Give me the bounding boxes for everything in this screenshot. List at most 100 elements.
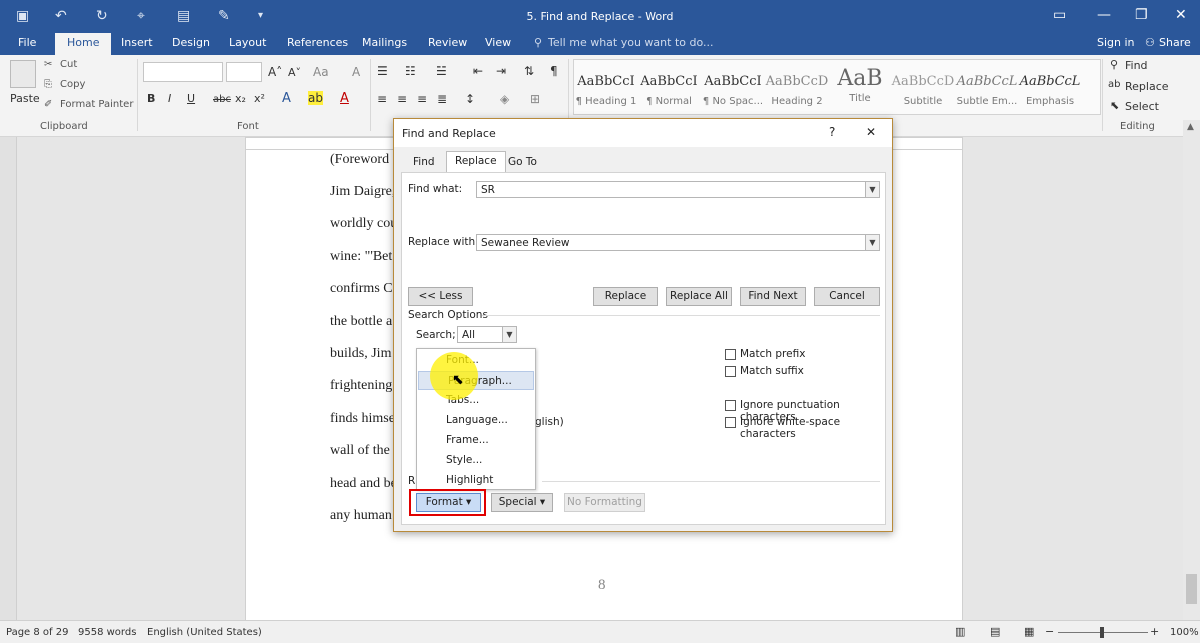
clear-format-icon[interactable]: A xyxy=(352,65,360,79)
replace-button[interactable]: Replace xyxy=(593,287,658,306)
change-case-icon[interactable]: Aa xyxy=(313,65,329,79)
tab-mailings[interactable]: Mailings xyxy=(362,36,407,49)
read-mode-icon[interactable]: ▥ xyxy=(955,625,965,638)
format-painter-button[interactable]: Format Painter xyxy=(60,99,133,110)
ignore-whitespace-checkbox[interactable] xyxy=(725,417,736,428)
search-direction-select[interactable]: All ▼ xyxy=(457,326,517,343)
find-button[interactable]: Find xyxy=(1125,59,1148,72)
find-what-input[interactable]: SR ▼ xyxy=(476,181,880,198)
align-center-icon[interactable]: ≡ xyxy=(397,92,407,106)
paste-icon[interactable] xyxy=(10,60,36,88)
show-marks-icon[interactable]: ¶ xyxy=(550,64,558,78)
special-button[interactable]: Special ▾ xyxy=(491,493,553,512)
menu-item-style[interactable]: Style... xyxy=(417,451,535,470)
menu-item-highlight[interactable]: Highlight xyxy=(417,471,535,490)
help-button[interactable]: ? xyxy=(829,125,835,139)
menu-item-frame[interactable]: Frame... xyxy=(417,431,535,450)
match-suffix-checkbox[interactable] xyxy=(725,366,736,377)
replace-all-button[interactable]: Replace All xyxy=(666,287,732,306)
language-status[interactable]: English (United States) xyxy=(147,627,262,638)
page-count[interactable]: Page 8 of 29 xyxy=(6,627,68,638)
find-history-dropdown[interactable]: ▼ xyxy=(865,182,879,197)
tab-design[interactable]: Design xyxy=(172,36,210,49)
tell-me-box[interactable]: Tell me what you want to do... xyxy=(548,36,714,49)
style-heading-1[interactable]: AaBbCcI ¶ Heading 1 xyxy=(574,66,638,116)
zoom-level[interactable]: 100% xyxy=(1170,627,1199,638)
zoom-in-icon[interactable]: + xyxy=(1150,625,1159,638)
style-emphasis[interactable]: AaBbCcL Emphasis xyxy=(1018,66,1082,116)
cut-button[interactable]: Cut xyxy=(60,59,77,70)
copy-icon[interactable]: ⎘ xyxy=(44,79,52,90)
less-button[interactable]: << Less xyxy=(408,287,473,306)
line-spacing-icon[interactable]: ↕ xyxy=(465,92,475,106)
vertical-scrollbar[interactable]: ▲ xyxy=(1183,120,1200,620)
zoom-out-icon[interactable]: − xyxy=(1045,625,1054,638)
underline-icon[interactable]: U xyxy=(187,92,195,105)
tab-layout[interactable]: Layout xyxy=(229,36,266,49)
dialog-tab-replace[interactable]: Replace xyxy=(446,151,506,173)
tab-references[interactable]: References xyxy=(287,36,348,49)
dialog-tab-goto[interactable]: Go To xyxy=(500,153,545,173)
close-icon[interactable]: ✕ xyxy=(1175,7,1187,23)
multilevel-list-icon[interactable]: ☱ xyxy=(436,64,447,78)
find-next-button[interactable]: Find Next xyxy=(740,287,806,306)
style-title[interactable]: AaB Title xyxy=(828,66,892,116)
style-subtle-emphasis[interactable]: AaBbCcL Subtle Em... xyxy=(955,66,1019,116)
style-subtitle[interactable]: AaBbCcD Subtitle xyxy=(891,66,955,116)
tab-home[interactable]: Home xyxy=(55,33,112,55)
print-layout-icon[interactable]: ▤ xyxy=(990,625,1000,638)
restore-icon[interactable]: ❐ xyxy=(1135,7,1148,23)
increase-indent-icon[interactable]: ⇥ xyxy=(496,64,506,78)
sign-in-link[interactable]: Sign in xyxy=(1097,36,1135,49)
replace-history-dropdown[interactable]: ▼ xyxy=(865,235,879,250)
font-size-combo[interactable] xyxy=(226,62,262,82)
replace-icon[interactable]: ab xyxy=(1108,79,1120,90)
scroll-thumb[interactable] xyxy=(1186,574,1197,604)
cancel-button[interactable]: Cancel xyxy=(814,287,880,306)
copy-button[interactable]: Copy xyxy=(60,79,85,90)
dialog-close-button[interactable]: ✕ xyxy=(866,125,876,139)
bullets-icon[interactable]: ☰ xyxy=(377,64,388,78)
dialog-title-bar[interactable]: Find and Replace ? ✕ xyxy=(394,119,892,147)
superscript-icon[interactable]: x² xyxy=(254,92,265,105)
find-icon[interactable]: ⚲ xyxy=(1110,58,1118,71)
tab-review[interactable]: Review xyxy=(428,36,467,49)
match-prefix-checkbox[interactable] xyxy=(725,349,736,360)
tab-view[interactable]: View xyxy=(485,36,511,49)
text-effects-icon[interactable]: A xyxy=(282,91,291,106)
ribbon-display-icon[interactable]: ▭ xyxy=(1053,7,1066,23)
highlight-color-icon[interactable]: ab xyxy=(308,91,323,105)
grow-font-icon[interactable]: A˄ xyxy=(268,65,282,79)
cut-icon[interactable]: ✂ xyxy=(44,59,52,70)
font-color-icon[interactable]: A xyxy=(340,91,349,106)
zoom-slider-thumb[interactable] xyxy=(1100,627,1104,638)
style-heading-2[interactable]: AaBbCcD Heading 2 xyxy=(765,66,829,116)
sort-icon[interactable]: ⇅ xyxy=(524,64,534,78)
font-name-combo[interactable] xyxy=(143,62,223,82)
ignore-punctuation-checkbox[interactable] xyxy=(725,400,736,411)
dialog-tab-find[interactable]: Find xyxy=(405,153,443,173)
strikethrough-icon[interactable]: abc xyxy=(213,94,231,105)
numbering-icon[interactable]: ☷ xyxy=(405,64,416,78)
paste-button[interactable]: Paste xyxy=(10,92,40,105)
borders-icon[interactable]: ⊞ xyxy=(530,92,540,106)
select-button[interactable]: Select xyxy=(1125,100,1159,113)
share-button[interactable]: Share xyxy=(1159,36,1191,49)
align-left-icon[interactable]: ≡ xyxy=(377,92,387,106)
menu-item-tabs[interactable]: Tabs... xyxy=(417,391,535,410)
replace-with-input[interactable]: Sewanee Review ▼ xyxy=(476,234,880,251)
replace-button[interactable]: Replace xyxy=(1125,80,1169,93)
align-right-icon[interactable]: ≡ xyxy=(417,92,427,106)
shrink-font-icon[interactable]: A˅ xyxy=(288,66,301,79)
style-normal[interactable]: AaBbCcI ¶ Normal xyxy=(637,66,701,116)
bold-icon[interactable]: B xyxy=(147,92,155,105)
search-direction-dropdown[interactable]: ▼ xyxy=(502,327,516,342)
justify-icon[interactable]: ≣ xyxy=(437,92,447,106)
decrease-indent-icon[interactable]: ⇤ xyxy=(473,64,483,78)
share-icon[interactable]: ⚇ xyxy=(1145,36,1155,49)
italic-icon[interactable]: I xyxy=(168,92,171,105)
select-icon[interactable]: ⬉ xyxy=(1110,99,1119,112)
web-layout-icon[interactable]: ▦ xyxy=(1024,625,1034,638)
menu-item-language[interactable]: Language... xyxy=(417,411,535,430)
subscript-icon[interactable]: x₂ xyxy=(235,92,246,105)
